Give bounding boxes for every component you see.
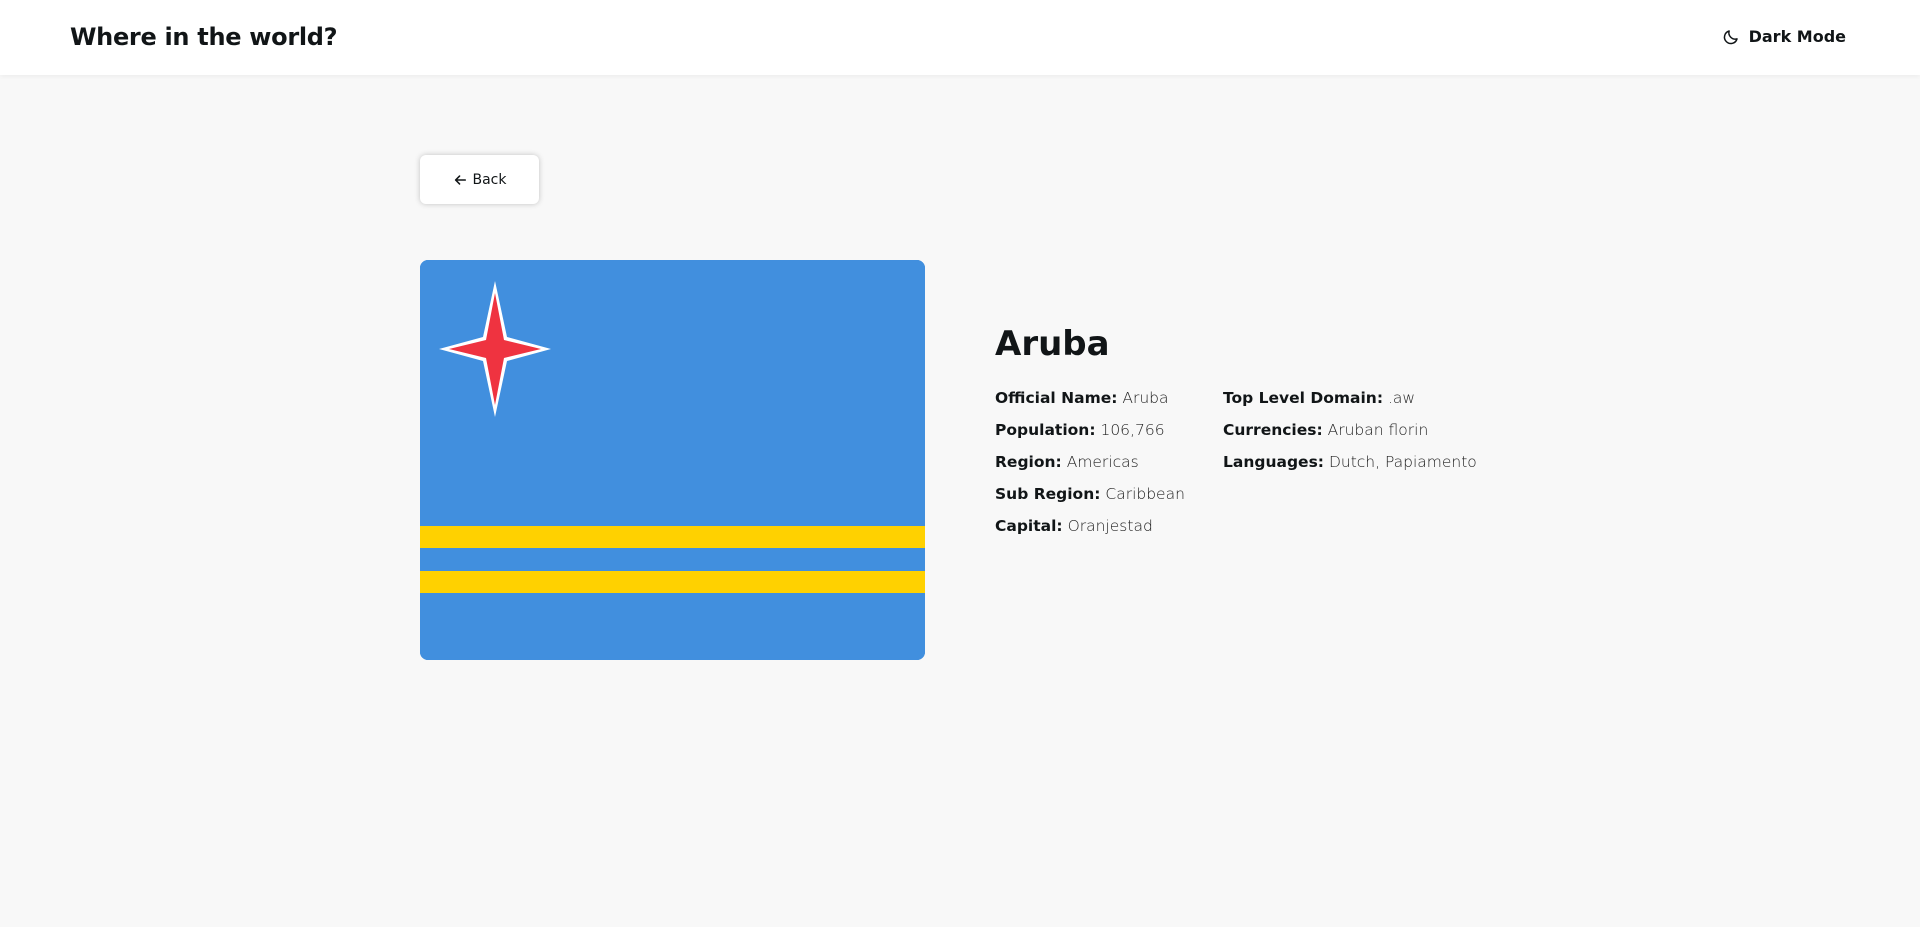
- detail-capital: Capital: Oranjestad: [995, 516, 1185, 548]
- detail-label: Population:: [995, 421, 1096, 439]
- detail-value: Dutch, Papiamento: [1328, 453, 1477, 471]
- detail-currencies: Currencies: Aruban florin: [1223, 420, 1477, 452]
- detail-value: Caribbean: [1105, 485, 1185, 503]
- detail-languages: Languages: Dutch, Papiamento: [1223, 452, 1477, 484]
- arrow-left-icon: [453, 173, 467, 187]
- detail-label: Top Level Domain:: [1223, 389, 1384, 407]
- detail-value: Oranjestad: [1067, 517, 1153, 535]
- detail-region: Region: Americas: [995, 452, 1185, 484]
- detail-top-level-domain: Top Level Domain: .aw: [1223, 388, 1477, 420]
- dark-mode-label: Dark Mode: [1748, 27, 1846, 46]
- detail-value: .aw: [1387, 389, 1416, 407]
- dark-mode-toggle[interactable]: Dark Mode: [1722, 24, 1846, 50]
- detail-official-name: Official Name: Aruba: [995, 388, 1185, 420]
- details-right: Top Level Domain: .aw Currencies: Aruban…: [1223, 388, 1477, 484]
- details-left: Official Name: Aruba Population: 106,766…: [995, 388, 1185, 548]
- country-flag: [420, 260, 925, 660]
- detail-value: 106,766: [1100, 421, 1165, 439]
- detail-sub-region: Sub Region: Caribbean: [995, 484, 1185, 516]
- back-label: Back: [472, 171, 507, 188]
- detail-label: Official Name:: [995, 389, 1118, 407]
- detail-label: Languages:: [1223, 453, 1324, 471]
- detail-value: Americas: [1066, 453, 1139, 471]
- detail-label: Currencies:: [1223, 421, 1323, 439]
- detail-population: Population: 106,766: [995, 420, 1185, 452]
- detail-value: Aruban florin: [1327, 421, 1429, 439]
- app-title: Where in the world?: [70, 23, 338, 51]
- country-name: Aruba: [995, 324, 1110, 364]
- detail-label: Capital:: [995, 517, 1063, 535]
- back-button[interactable]: Back: [420, 155, 539, 204]
- header: Where in the world? Dark Mode: [0, 0, 1920, 75]
- detail-label: Region:: [995, 453, 1062, 471]
- detail-label: Sub Region:: [995, 485, 1101, 503]
- detail-value: Aruba: [1122, 389, 1169, 407]
- moon-icon: [1722, 28, 1740, 46]
